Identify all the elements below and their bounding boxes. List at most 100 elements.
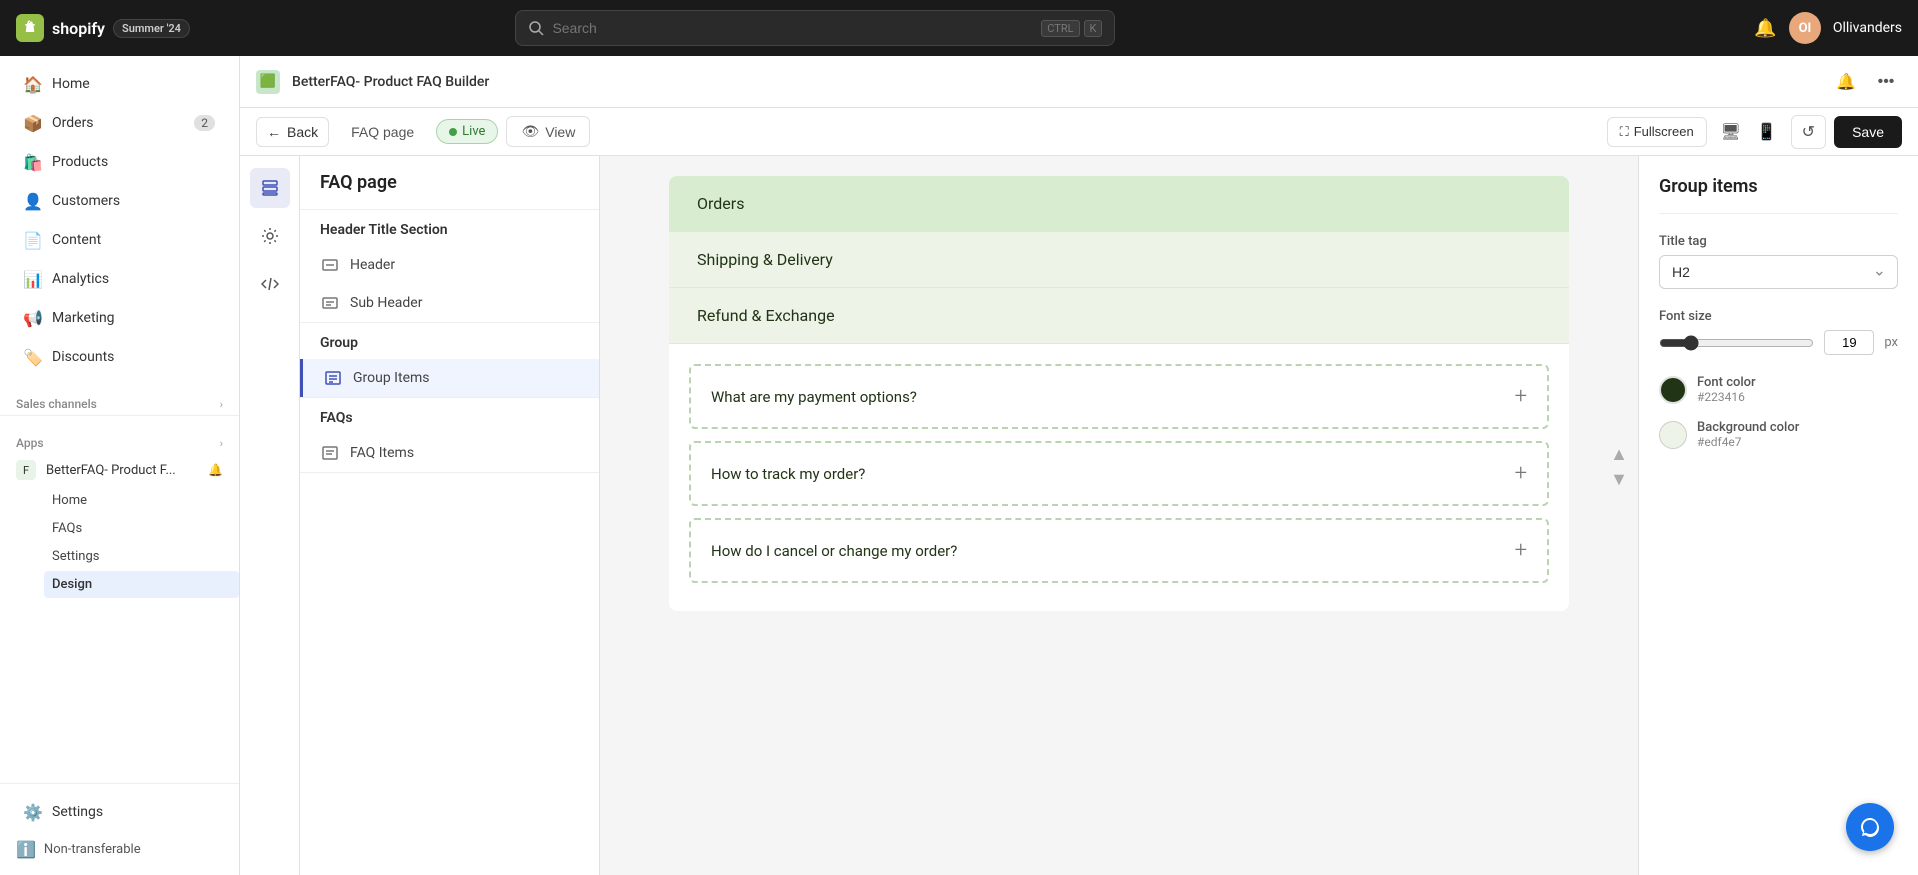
app-sub-home[interactable]: Home xyxy=(44,487,239,514)
fullscreen-button[interactable]: ⛶ Fullscreen xyxy=(1607,117,1707,147)
global-search[interactable]: CTRL K xyxy=(515,10,1115,46)
user-name[interactable]: Ollivanders xyxy=(1833,20,1902,36)
preview-faq-payment[interactable]: What are my payment options? + xyxy=(689,364,1549,429)
group-section-label: Group xyxy=(300,323,599,359)
right-panel-title: Group items xyxy=(1659,176,1898,214)
shopify-icon xyxy=(16,14,44,42)
bg-color-info: Background color #edf4e7 xyxy=(1697,420,1799,449)
more-options-btn[interactable]: ••• xyxy=(1870,66,1902,98)
app-bell-icon[interactable]: 🔔 xyxy=(208,463,223,477)
sales-channels-chevron[interactable]: › xyxy=(220,398,223,411)
tablet-icon-btn[interactable]: 📱 xyxy=(1751,116,1783,148)
top-navigation: shopify Summer '24 CTRL K 🔔 Ol Ollivande… xyxy=(0,0,1918,56)
app-header-icons: 🔔 ••• xyxy=(1830,66,1902,98)
preview-scroll[interactable]: Orders Shipping & Delivery Refund & Exch… xyxy=(600,156,1638,875)
back-button[interactable]: ← Back xyxy=(256,117,329,147)
back-arrow-icon: ← xyxy=(267,124,281,140)
structure-panel-header: FAQ page xyxy=(300,156,599,210)
font-size-field-group: Font size px xyxy=(1659,309,1898,355)
eye-icon: 👁 xyxy=(521,123,539,140)
font-size-slider[interactable] xyxy=(1659,335,1814,351)
font-color-row: Font color #223416 xyxy=(1659,375,1898,404)
right-panel: Group items Title tag H1 H2 H3 H4 H5 H6 xyxy=(1638,156,1918,875)
sidebar-item-marketing[interactable]: 📢 Marketing xyxy=(8,299,231,337)
notifications-icon[interactable]: 🔔 xyxy=(1754,18,1776,39)
structure-panel: FAQ page Header Title Section Header xyxy=(300,156,600,875)
faqs-section: FAQs FAQ Items xyxy=(300,398,599,473)
preview-group-refund[interactable]: Refund & Exchange xyxy=(669,288,1569,344)
px-label: px xyxy=(1884,335,1898,350)
structure-item-group-items[interactable]: Group Items xyxy=(300,359,599,397)
header-title-section: Header Title Section Header Sub Header xyxy=(300,210,599,323)
preview-faq-section: What are my payment options? + How to tr… xyxy=(669,344,1569,611)
layers-icon-btn[interactable] xyxy=(250,168,290,208)
undo-button[interactable]: ↺ xyxy=(1791,115,1826,149)
preview-area: Orders Shipping & Delivery Refund & Exch… xyxy=(600,156,1638,875)
title-tag-field-group: Title tag H1 H2 H3 H4 H5 H6 xyxy=(1659,234,1898,289)
app-betterfaq[interactable]: F BetterFAQ- Product F... 🔔 xyxy=(0,454,239,486)
sidebar-item-products[interactable]: 🛍️ Products xyxy=(8,143,231,181)
structure-panel-title: FAQ page xyxy=(320,172,579,193)
structure-item-faq-items[interactable]: FAQ Items xyxy=(300,434,599,472)
search-input[interactable] xyxy=(552,20,1033,36)
scroll-up-btn[interactable]: ▲ xyxy=(1610,444,1628,465)
faq-expand-icon-3: + xyxy=(1515,538,1527,563)
app-sub-settings[interactable]: Settings xyxy=(44,543,239,570)
orders-icon: 📦 xyxy=(24,114,42,132)
apps-chevron[interactable]: › xyxy=(220,437,223,450)
toolbar-right: ⛶ Fullscreen 🖥 📱 ↺ Save xyxy=(1607,115,1902,149)
home-icon: 🏠 xyxy=(24,75,42,93)
non-transferable-notice: ℹ️ Non-transferable xyxy=(0,832,239,867)
analytics-icon: 📊 xyxy=(24,270,42,288)
preview-faq-track[interactable]: How to track my order? + xyxy=(689,441,1549,506)
scroll-down-btn[interactable]: ▼ xyxy=(1610,469,1628,490)
font-size-row: px xyxy=(1659,330,1898,355)
view-button[interactable]: 👁 View xyxy=(506,116,590,147)
title-tag-label: Title tag xyxy=(1659,234,1898,249)
brand-logo[interactable]: shopify Summer '24 xyxy=(16,14,190,42)
avatar[interactable]: Ol xyxy=(1789,12,1821,44)
app-logo: 🟩 xyxy=(256,70,280,94)
app-sub-design[interactable]: Design xyxy=(44,571,239,598)
settings-icon-btn[interactable] xyxy=(250,216,290,256)
app-sub-faqs[interactable]: FAQs xyxy=(44,515,239,542)
sidebar-item-content[interactable]: 📄 Content xyxy=(8,221,231,259)
header-title-section-label: Header Title Section xyxy=(300,210,599,246)
bell-icon-btn[interactable]: 🔔 xyxy=(1830,66,1862,98)
faqs-section-label: FAQs xyxy=(300,398,599,434)
preview-group-shipping[interactable]: Shipping & Delivery xyxy=(669,232,1569,288)
font-color-swatch[interactable] xyxy=(1659,376,1687,404)
sidebar-item-discounts[interactable]: 🏷️ Discounts xyxy=(8,338,231,376)
title-tag-select[interactable]: H1 H2 H3 H4 H5 H6 xyxy=(1659,255,1898,289)
sidebar-item-home[interactable]: 🏠 Home xyxy=(8,65,231,103)
chat-button[interactable] xyxy=(1846,803,1894,851)
font-color-info: Font color #223416 xyxy=(1697,375,1756,404)
search-icon xyxy=(528,20,544,36)
faq-expand-icon-2: + xyxy=(1515,461,1527,486)
preview-faq-cancel[interactable]: How do I cancel or change my order? + xyxy=(689,518,1549,583)
faq-page-tab[interactable]: FAQ page xyxy=(337,118,428,146)
title-tag-select-wrapper: H1 H2 H3 H4 H5 H6 xyxy=(1659,255,1898,289)
sidebar-item-analytics[interactable]: 📊 Analytics xyxy=(8,260,231,298)
search-shortcut: CTRL K xyxy=(1041,20,1102,37)
code-icon-btn[interactable] xyxy=(250,264,290,304)
apps-section: Apps › F BetterFAQ- Product F... 🔔 Home … xyxy=(0,415,239,599)
font-size-input[interactable] xyxy=(1824,330,1874,355)
sidebar-bottom: ⚙️ Settings ℹ️ Non-transferable xyxy=(0,783,239,875)
sidebar-item-customers[interactable]: 👤 Customers xyxy=(8,182,231,220)
structure-item-header[interactable]: Header xyxy=(300,246,599,284)
sidebar-item-settings[interactable]: ⚙️ Settings xyxy=(8,793,231,831)
save-button[interactable]: Save xyxy=(1834,116,1902,148)
marketing-icon: 📢 xyxy=(24,309,42,327)
content-icon: 📄 xyxy=(24,231,42,249)
live-badge[interactable]: Live xyxy=(436,119,498,144)
editor-layout: FAQ page Header Title Section Header xyxy=(240,156,1918,875)
faq-expand-icon-1: + xyxy=(1515,384,1527,409)
group-items-icon xyxy=(323,368,343,388)
preview-group-orders[interactable]: Orders xyxy=(669,176,1569,232)
sidebar-item-orders[interactable]: 📦 Orders 2 xyxy=(8,104,231,142)
desktop-icon-btn[interactable]: 🖥 xyxy=(1715,116,1747,148)
bg-color-swatch[interactable] xyxy=(1659,421,1687,449)
structure-item-subheader[interactable]: Sub Header xyxy=(300,284,599,322)
customers-icon: 👤 xyxy=(24,192,42,210)
